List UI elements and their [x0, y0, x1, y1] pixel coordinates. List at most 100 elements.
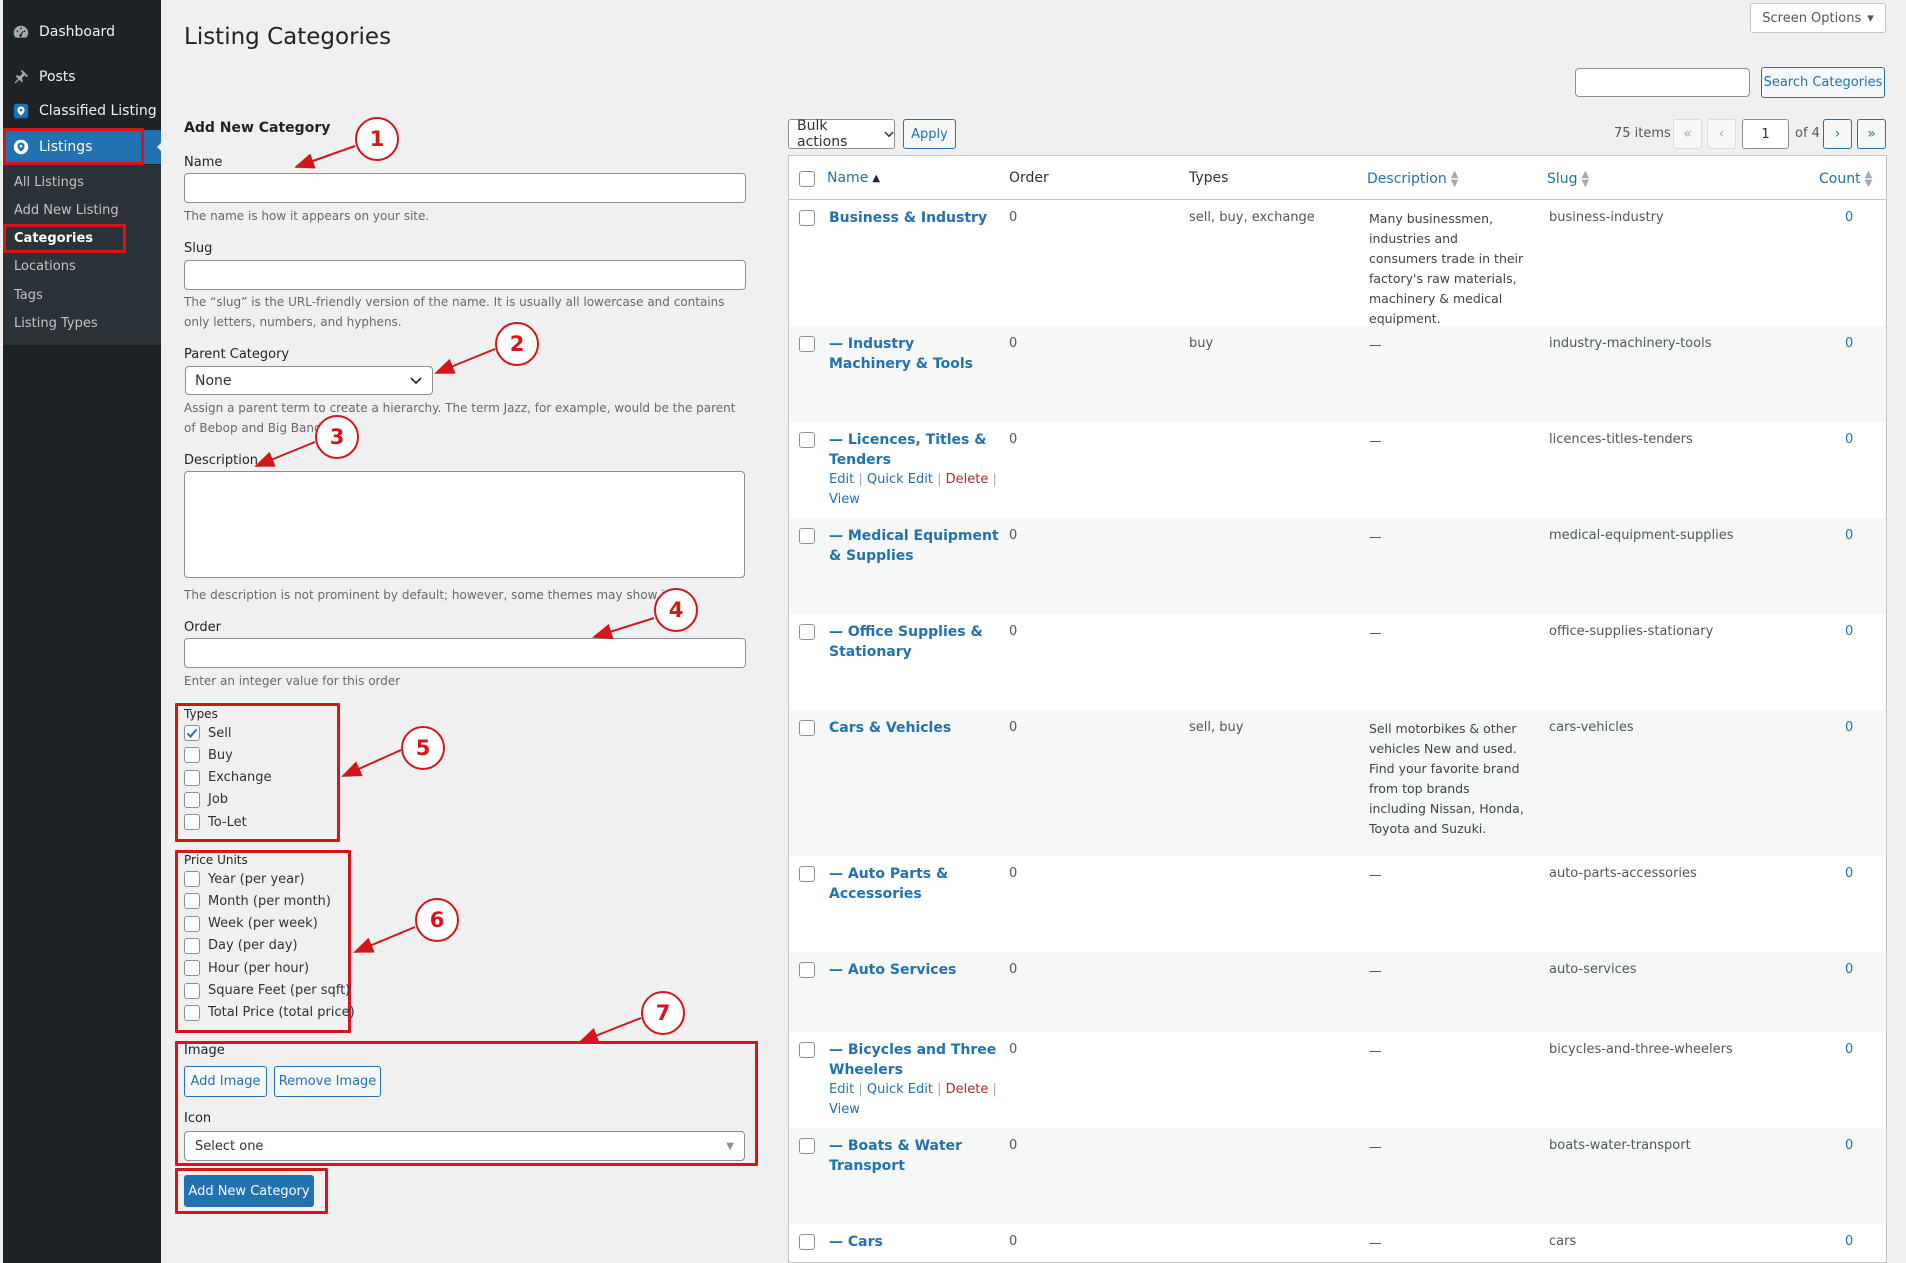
- select-all-checkbox[interactable]: [799, 171, 815, 187]
- category-count-link[interactable]: 0: [1845, 526, 1853, 546]
- column-name[interactable]: Name ▲: [827, 170, 880, 186]
- quick-edit-link[interactable]: Quick Edit: [867, 472, 933, 487]
- checkbox[interactable]: [184, 1004, 200, 1021]
- bulk-actions-select[interactable]: Bulk actions: [788, 118, 895, 150]
- category-name-link[interactable]: — Cars: [829, 1232, 999, 1252]
- category-name-link[interactable]: — Auto Parts & Accessories: [829, 864, 999, 904]
- order-input[interactable]: [184, 638, 746, 668]
- checkbox[interactable]: [184, 871, 200, 887]
- row-checkbox[interactable]: [799, 528, 815, 544]
- next-page-button[interactable]: ›: [1823, 119, 1852, 149]
- column-slug[interactable]: Slug ▲ ▼: [1547, 170, 1589, 189]
- last-page-button[interactable]: »: [1857, 119, 1886, 149]
- type-option[interactable]: Exchange: [184, 769, 272, 786]
- checkbox[interactable]: [184, 960, 200, 977]
- checkbox[interactable]: [184, 747, 200, 764]
- delete-link[interactable]: Delete: [946, 472, 989, 487]
- checkbox[interactable]: [184, 915, 200, 932]
- category-name-link[interactable]: — Auto Services: [829, 960, 999, 980]
- type-option[interactable]: Buy: [184, 747, 233, 764]
- menu-posts[interactable]: Posts: [3, 60, 161, 94]
- row-checkbox[interactable]: [799, 962, 815, 978]
- row-checkbox[interactable]: [799, 866, 815, 882]
- category-name-link[interactable]: Business & Industry: [829, 208, 999, 228]
- checkbox[interactable]: [184, 725, 200, 741]
- search-input[interactable]: [1575, 68, 1750, 97]
- checkbox[interactable]: [184, 937, 200, 954]
- price-unit-option[interactable]: Square Feet (per sqft): [184, 982, 350, 999]
- category-count-link[interactable]: 0: [1845, 864, 1853, 884]
- category-name-link[interactable]: — Medical Equipment & Supplies: [829, 526, 999, 566]
- checkbox[interactable]: [184, 893, 200, 910]
- remove-image-button[interactable]: Remove Image: [274, 1066, 381, 1097]
- icon-select[interactable]: Select one ▼: [184, 1131, 745, 1161]
- category-name-link[interactable]: — Office Supplies & Stationary: [829, 622, 999, 662]
- category-name-link[interactable]: — Industry Machinery & Tools: [829, 334, 999, 374]
- row-checkbox[interactable]: [799, 720, 815, 736]
- row-checkbox[interactable]: [799, 432, 815, 448]
- price-unit-option[interactable]: Hour (per hour): [184, 960, 309, 977]
- category-name-link[interactable]: — Boats & Water Transport: [829, 1136, 999, 1176]
- category-count-link[interactable]: 0: [1845, 334, 1853, 354]
- name-input[interactable]: [184, 173, 746, 203]
- category-name-link[interactable]: — Bicycles and Three Wheelers: [829, 1040, 999, 1080]
- type-option[interactable]: Sell: [184, 725, 231, 741]
- delete-link[interactable]: Delete: [946, 1082, 989, 1097]
- search-categories-button[interactable]: Search Categories: [1761, 67, 1885, 98]
- quick-edit-link[interactable]: Quick Edit: [867, 1082, 933, 1097]
- category-count-link[interactable]: 0: [1845, 430, 1853, 450]
- price-unit-option[interactable]: Week (per week): [184, 915, 318, 932]
- column-count[interactable]: Count ▲ ▼: [1819, 170, 1872, 189]
- view-link[interactable]: View: [829, 1102, 860, 1117]
- submenu-add-new-listing[interactable]: Add New Listing: [14, 203, 119, 218]
- row-checkbox[interactable]: [799, 624, 815, 640]
- submenu-all-listings[interactable]: All Listings: [14, 175, 84, 190]
- checkbox[interactable]: [184, 769, 200, 786]
- submenu-locations[interactable]: Locations: [14, 259, 76, 274]
- row-checkbox[interactable]: [799, 336, 815, 352]
- category-count-link[interactable]: 0: [1845, 1136, 1853, 1156]
- submenu-tags[interactable]: Tags: [14, 288, 43, 303]
- first-page-button[interactable]: «: [1673, 119, 1702, 149]
- checkbox[interactable]: [184, 982, 200, 999]
- category-count-link[interactable]: 0: [1845, 1040, 1853, 1060]
- edit-link[interactable]: Edit: [829, 472, 854, 487]
- edit-link[interactable]: Edit: [829, 1082, 854, 1097]
- checkbox[interactable]: [184, 814, 200, 831]
- description-textarea[interactable]: [184, 471, 745, 578]
- category-count-link[interactable]: 0: [1845, 208, 1853, 228]
- slug-input[interactable]: [184, 260, 746, 290]
- row-checkbox[interactable]: [799, 1042, 815, 1058]
- parent-category-select[interactable]: None: [185, 366, 433, 395]
- apply-button[interactable]: Apply: [903, 119, 956, 149]
- prev-page-button[interactable]: ‹: [1707, 119, 1736, 149]
- category-name-link[interactable]: Cars & Vehicles: [829, 718, 999, 738]
- price-unit-option[interactable]: Year (per year): [184, 871, 305, 887]
- type-option[interactable]: To-Let: [184, 814, 247, 831]
- row-checkbox[interactable]: [799, 1234, 815, 1250]
- category-count-link[interactable]: 0: [1845, 622, 1853, 642]
- add-new-category-button[interactable]: Add New Category: [184, 1175, 314, 1207]
- submenu-listing-types[interactable]: Listing Types: [14, 316, 98, 331]
- price-unit-option[interactable]: Total Price (total price): [184, 1004, 355, 1021]
- category-count-link[interactable]: 0: [1845, 718, 1853, 738]
- menu-dashboard[interactable]: Dashboard: [3, 15, 161, 49]
- form-heading: Add New Category: [184, 120, 331, 136]
- category-name-link[interactable]: — Licences, Titles & Tenders: [829, 430, 999, 470]
- column-description[interactable]: Description ▲ ▼: [1367, 170, 1458, 189]
- add-image-button[interactable]: Add Image: [184, 1066, 267, 1097]
- checkbox[interactable]: [184, 791, 200, 808]
- checkbox-label: Week (per week): [208, 916, 318, 932]
- row-checkbox[interactable]: [799, 1138, 815, 1154]
- price-unit-option[interactable]: Month (per month): [184, 893, 331, 910]
- current-page-input[interactable]: 1: [1742, 119, 1789, 149]
- screen-options-button[interactable]: Screen Options ▾: [1750, 3, 1886, 33]
- slug-label: Slug: [184, 241, 213, 256]
- category-count-link[interactable]: 0: [1845, 1232, 1853, 1252]
- price-unit-option[interactable]: Day (per day): [184, 937, 298, 954]
- menu-classified-listing[interactable]: Classified Listing: [3, 94, 161, 128]
- row-checkbox[interactable]: [799, 210, 815, 226]
- view-link[interactable]: View: [829, 492, 860, 507]
- type-option[interactable]: Job: [184, 791, 228, 808]
- category-count-link[interactable]: 0: [1845, 960, 1853, 980]
